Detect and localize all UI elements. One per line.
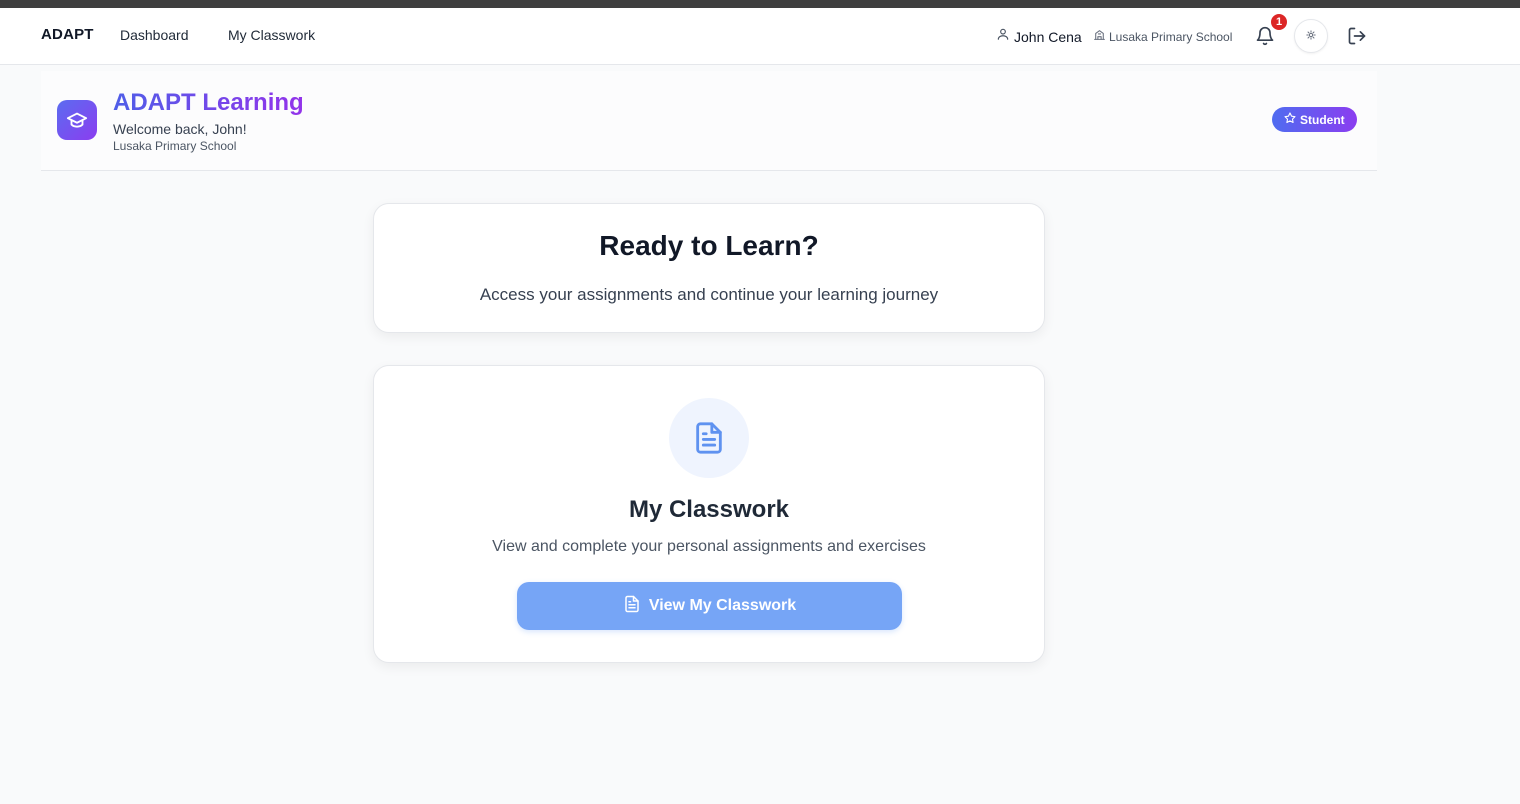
top-navbar: ADAPT Dashboard My Classwork John Cena L… (0, 8, 1520, 65)
classwork-title: My Classwork (628, 496, 790, 523)
document-icon (623, 595, 641, 618)
nav-link-my-classwork[interactable]: My Classwork (228, 27, 315, 43)
logout-icon[interactable] (1347, 26, 1367, 46)
welcome-message: Welcome back, John! (113, 121, 247, 137)
view-my-classwork-label: View My Classwork (648, 597, 797, 614)
role-badge: Student (1272, 107, 1357, 132)
welcome-header: ADAPT Learning Welcome back, John! Lusak… (41, 71, 1377, 171)
theme-toggle-button[interactable] (1294, 19, 1328, 53)
theme-icon (1306, 27, 1316, 45)
header-school-name: Lusaka Primary School (113, 139, 237, 153)
school-info: Lusaka Primary School (1093, 28, 1232, 46)
user-icon (996, 27, 1010, 46)
window-top-strip (0, 0, 1520, 8)
view-my-classwork-button[interactable]: View My Classwork (517, 582, 902, 630)
classwork-subtitle: View and complete your personal assignme… (492, 538, 926, 555)
ready-subtitle: Access your assignments and continue you… (479, 285, 939, 304)
brand-logo[interactable]: ADAPT (41, 26, 94, 43)
nav-link-dashboard[interactable]: Dashboard (120, 27, 189, 43)
user-info: John Cena (996, 27, 1082, 46)
graduation-cap-icon (57, 100, 97, 140)
school-icon (1093, 28, 1106, 46)
document-icon (669, 398, 749, 478)
role-label: Student (1300, 112, 1345, 127)
ready-to-learn-card: Ready to Learn? Access your assignments … (373, 203, 1045, 333)
my-classwork-card: My Classwork View and complete your pers… (373, 365, 1045, 663)
school-name: Lusaka Primary School (1109, 30, 1233, 44)
notification-badge: 1 (1269, 12, 1289, 32)
star-icon (1284, 112, 1296, 127)
page-title: ADAPT Learning (113, 89, 304, 116)
ready-title: Ready to Learn? (599, 230, 819, 261)
user-name: John Cena (1014, 28, 1082, 45)
